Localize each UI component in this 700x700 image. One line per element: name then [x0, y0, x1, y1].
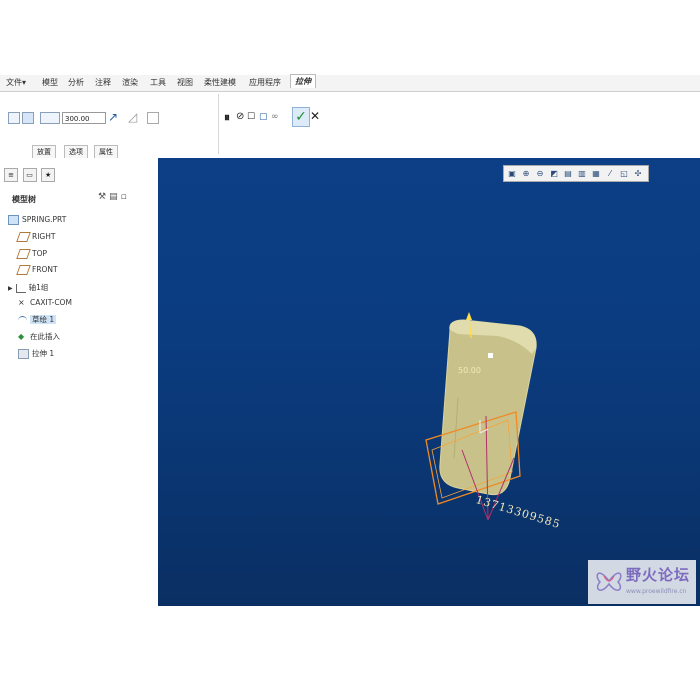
tree-item-top[interactable]: TOP	[16, 249, 47, 259]
feature-preview-icon[interactable]: ▢	[259, 111, 268, 123]
tab-extrude[interactable]: 拉伸	[290, 74, 316, 88]
datum-plane-icon	[16, 249, 31, 259]
depth-dimension-label[interactable]: 50.00	[458, 366, 481, 375]
insert-here-icon: ◆	[18, 332, 25, 341]
model-tree-title: 模型树	[12, 195, 36, 204]
forum-url: www.proewildfire.cn	[626, 588, 687, 595]
tree-item-front[interactable]: FRONT	[16, 265, 58, 275]
menu-annotate[interactable]: 注释	[95, 77, 111, 88]
glasses-preview-icon[interactable]: ∞	[271, 111, 279, 123]
view-manager-icon[interactable]: ▦	[591, 168, 601, 179]
flip-direction-icon[interactable]: ↗	[108, 111, 118, 123]
datum-display-icon[interactable]: ⁄	[605, 168, 615, 179]
filter-icon[interactable]: ▫	[121, 192, 130, 202]
depth-option-icon[interactable]	[40, 112, 60, 124]
thicken-icon[interactable]	[147, 112, 159, 124]
coordinate-system-icon: ⨯	[18, 298, 25, 307]
tree-item-right[interactable]: RIGHT	[16, 232, 55, 242]
zoom-out-icon[interactable]: ⊖	[535, 168, 545, 179]
extrude-icon	[18, 349, 29, 359]
ribbon-divider	[218, 94, 219, 154]
graphics-viewport[interactable]: 50.00 13713309585	[158, 158, 700, 606]
menu-render[interactable]: 渲染	[122, 77, 138, 88]
forum-name: 野火论坛	[626, 566, 691, 584]
cancel-button[interactable]: ✕	[310, 109, 320, 123]
model-tree-tab-icon[interactable]: ≡	[4, 168, 18, 182]
forum-watermark: 野火论坛 www.proewildfire.cn	[588, 560, 696, 604]
datum-plane-icon	[16, 265, 31, 275]
tree-item-sketch[interactable]: 草绘 1	[18, 314, 57, 325]
butterfly-logo-icon	[596, 572, 622, 591]
menu-analysis[interactable]: 分析	[68, 77, 84, 88]
datum-plane-icon	[16, 232, 31, 242]
menu-flexible-modeling[interactable]: 柔性建模	[204, 77, 236, 88]
tree-item-axis-group[interactable]: ▶ 轴1组	[8, 282, 48, 293]
menu-model[interactable]: 模型	[42, 77, 58, 88]
remove-material-icon[interactable]: ◿	[128, 111, 137, 123]
favorites-tab-icon[interactable]: ★	[41, 168, 56, 182]
model-tree-panel: ≡ ▭ ★ 模型树 ⚒▤▫ SPRING.PRT RIGHT TOP FRONT…	[0, 158, 159, 606]
tab-placement[interactable]: 放置	[32, 145, 56, 159]
show-icon[interactable]: ▤	[109, 192, 121, 202]
tree-item-part[interactable]: SPRING.PRT	[8, 215, 66, 225]
zoom-in-icon[interactable]: ⊕	[521, 168, 531, 179]
solid-icon[interactable]	[8, 112, 20, 124]
annotation-display-icon[interactable]: ◱	[619, 168, 629, 179]
ok-button[interactable]: ✓	[292, 107, 310, 127]
model-graphics: 50.00	[425, 312, 537, 521]
axis-icon	[15, 283, 26, 293]
tree-item-extrude[interactable]: 拉伸 1	[18, 348, 54, 359]
tab-options[interactable]: 选项	[64, 145, 88, 159]
graphics-toolbar: ▣ ⊕ ⊖ ◩ ▤ ▥ ▦ ⁄ ◱ ✣	[503, 165, 649, 182]
drag-handle[interactable]	[488, 353, 493, 358]
drag-arrow-head	[466, 312, 472, 320]
tree-tools: ⚒▤▫	[98, 192, 130, 202]
repaint-icon[interactable]: ◩	[549, 168, 559, 179]
refit-icon[interactable]: ▣	[507, 168, 517, 179]
extruded-solid[interactable]	[439, 319, 537, 496]
verify-icon[interactable]: ☐	[247, 111, 255, 123]
tree-item-insert-here[interactable]: ◆ 在此插入	[18, 331, 60, 342]
tab-properties[interactable]: 属性	[94, 145, 118, 159]
tree-item-csys[interactable]: ⨯ CAXIT-COM	[18, 298, 72, 307]
no-preview-icon[interactable]: ⊘	[236, 111, 244, 123]
depth-input[interactable]: 300.00	[62, 112, 106, 124]
navigator-tabs: ≡ ▭ ★	[4, 168, 57, 182]
menu-applications[interactable]: 应用程序	[249, 77, 281, 88]
extrude-ribbon: 300.00 ↗ ◿ 放置 选项 属性 ⏸ ⊘ ☐ ▢ ∞ ✓ ✕	[0, 92, 700, 159]
menu-bar: 文件▾ 模型 分析 注释 渲染 工具 视图 柔性建模 应用程序 拉伸	[0, 74, 700, 92]
menu-file[interactable]: 文件▾	[6, 77, 26, 88]
display-style-icon[interactable]: ▤	[563, 168, 573, 179]
expand-arrow-icon[interactable]: ▶	[8, 285, 13, 292]
saved-views-icon[interactable]: ▥	[577, 168, 587, 179]
menu-view[interactable]: 视图	[177, 77, 193, 88]
sketch-icon	[18, 315, 27, 325]
menu-tools[interactable]: 工具	[150, 77, 166, 88]
surface-icon[interactable]	[22, 112, 34, 124]
folder-tab-icon[interactable]: ▭	[22, 168, 37, 182]
pause-icon[interactable]: ⏸	[224, 111, 230, 123]
part-icon	[8, 215, 19, 225]
settings-icon[interactable]: ⚒	[98, 192, 109, 202]
spin-center-icon[interactable]: ✣	[633, 168, 643, 179]
